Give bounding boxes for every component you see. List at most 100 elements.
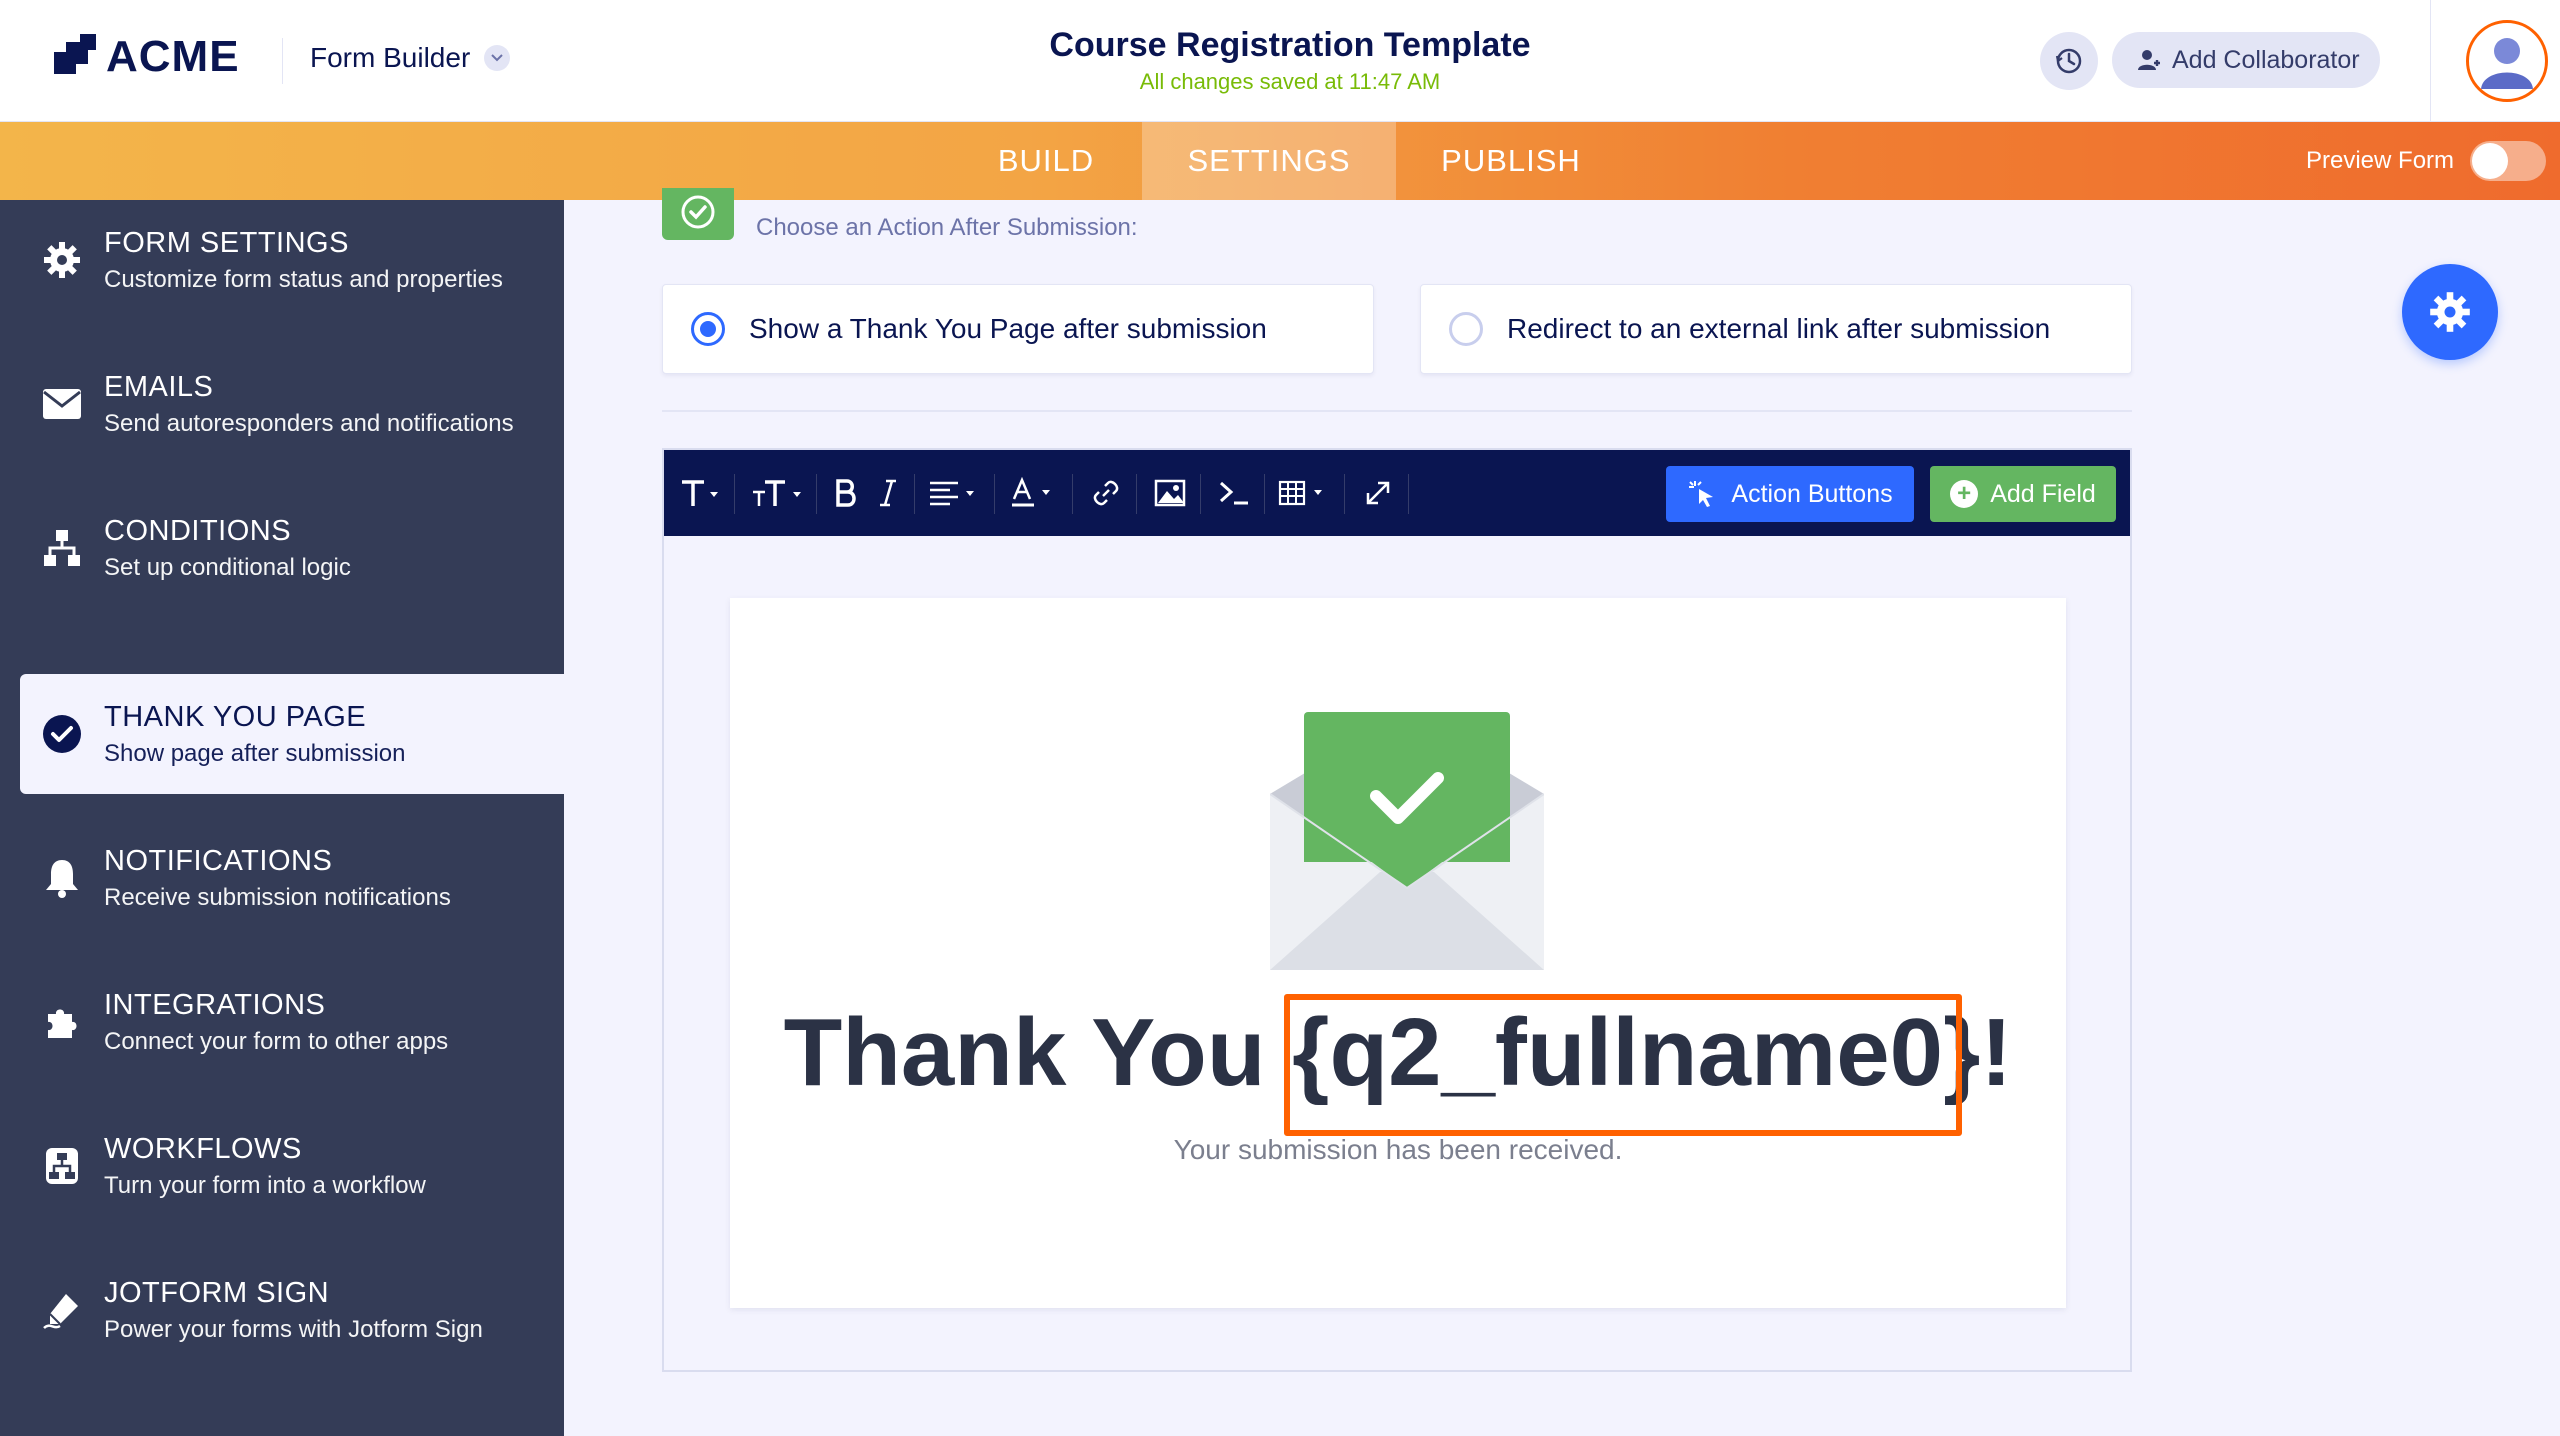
section-subtitle: Choose an Action After Submission: [756, 214, 1138, 241]
sidebar-item-title: WORKFLOWS [104, 1132, 302, 1165]
sidebar-item-subtitle: Customize form status and properties [104, 265, 503, 293]
heading-dropdown[interactable] [676, 450, 726, 536]
option-label: Show a Thank You Page after submission [749, 313, 1267, 344]
brand-logo[interactable]: ACME [54, 32, 240, 82]
sidebar-item-notifications[interactable]: NOTIFICATIONS Receive submission notific… [0, 818, 564, 938]
variable-highlight-box [1284, 994, 1962, 1136]
toggle-knob [2472, 143, 2509, 179]
sidebar-item-workflows[interactable]: WORKFLOWS Turn your form into a workflow [0, 1106, 564, 1226]
chevron-down-icon [484, 45, 511, 71]
app-header: ACME Form Builder Course Registration Te… [0, 0, 2560, 122]
sidebar-item-conditions[interactable]: CONDITIONS Set up conditional logic [0, 488, 564, 608]
rich-text-editor: Action Buttons + Add Field Thank You {q2… [662, 448, 2132, 1372]
expand-icon [1366, 481, 1390, 505]
heading-text: Thank You [783, 999, 1293, 1106]
sidebar-item-text: FORM SETTINGS Customize form status and … [104, 227, 503, 294]
add-field-label: Add Field [1990, 479, 2096, 508]
add-field-button[interactable]: + Add Field [1930, 466, 2116, 522]
text-color-dropdown[interactable] [1008, 450, 1064, 536]
sidebar-item-integrations[interactable]: INTEGRATIONS Connect your form to other … [0, 962, 564, 1082]
envelope-icon [40, 382, 84, 426]
bold-icon [836, 479, 856, 507]
gear-icon [40, 238, 84, 282]
sidebar-item-title: CONDITIONS [104, 514, 292, 547]
revision-history-button[interactable] [2040, 32, 2098, 90]
preview-form-control: Preview Form [2306, 122, 2547, 200]
sidebar-item-text: CONDITIONS Set up conditional logic [104, 515, 351, 582]
sidebar-item-title: EMAILS [104, 370, 214, 403]
option-label: Redirect to an external link after submi… [1507, 313, 2051, 344]
add-collaborator-label: Add Collaborator [2172, 45, 2360, 74]
table-icon [1278, 480, 1322, 506]
preview-form-toggle[interactable] [2470, 141, 2547, 181]
sidebar-item-text: JOTFORM SIGN Power your forms with Jotfo… [104, 1277, 483, 1344]
sidebar-item-form-settings[interactable]: FORM SETTINGS Customize form status and … [0, 200, 564, 320]
sidebar-item-jotform-sign[interactable]: JOTFORM SIGN Power your forms with Jotfo… [0, 1250, 564, 1370]
settings-fab-button[interactable] [2402, 264, 2498, 360]
plus-circle-icon: + [1950, 480, 1979, 508]
user-avatar-icon [2471, 25, 2543, 97]
text-color-icon [1012, 477, 1050, 507]
sidebar-item-text: WORKFLOWS Turn your form into a workflow [104, 1133, 426, 1200]
form-title[interactable]: Course Registration Template [880, 26, 1700, 65]
image-button[interactable] [1148, 450, 1192, 536]
form-title-area: Course Registration Template All changes… [880, 26, 1700, 95]
image-icon [1154, 479, 1186, 507]
sidebar-item-subtitle: Set up conditional logic [104, 553, 351, 581]
cursor-click-icon [1689, 481, 1714, 507]
sidebar-item-subtitle: Receive submission notifications [104, 883, 451, 911]
font-size-dropdown[interactable] [748, 450, 808, 536]
preview-form-label: Preview Form [2306, 147, 2455, 174]
thank-you-preview-card[interactable]: Thank You {q2_fullname0}! Your submissio… [730, 598, 2066, 1308]
sidebar-item-text: THANK YOU PAGE Show page after submissio… [104, 701, 406, 768]
radio-button[interactable] [1449, 312, 1483, 346]
main-tabs-bar: BUILD SETTINGS PUBLISH Preview Form [0, 122, 2560, 200]
option-thank-you-page[interactable]: Show a Thank You Page after submission [662, 284, 1374, 374]
fullscreen-button[interactable] [1356, 450, 1400, 536]
sidebar-item-subtitle: Turn your form into a workflow [104, 1171, 426, 1199]
tab-publish[interactable]: PUBLISH [1412, 122, 1610, 200]
align-dropdown[interactable] [926, 450, 986, 536]
tab-build[interactable]: BUILD [968, 122, 1124, 200]
sidebar-item-title: THANK YOU PAGE [104, 700, 367, 733]
check-icon [681, 195, 715, 229]
editor-toolbar: Action Buttons + Add Field [664, 450, 2130, 536]
heading-suffix: ! [1980, 999, 2013, 1106]
action-buttons-button[interactable]: Action Buttons [1666, 466, 1914, 522]
brand-name: ACME [106, 32, 240, 81]
action-buttons-label: Action Buttons [1731, 479, 1893, 508]
option-redirect-external[interactable]: Redirect to an external link after submi… [1420, 284, 2132, 374]
tab-settings[interactable]: SETTINGS [1142, 122, 1396, 200]
history-icon [2055, 48, 2082, 74]
app-menu-dropdown[interactable]: Form Builder [310, 42, 511, 74]
section-divider [662, 410, 2132, 412]
sidebar-item-emails[interactable]: EMAILS Send autoresponders and notificat… [0, 344, 564, 464]
sidebar-item-subtitle: Show page after submission [104, 739, 406, 767]
puzzle-icon [40, 1000, 84, 1044]
table-dropdown[interactable] [1276, 450, 1336, 536]
terminal-icon [1219, 481, 1248, 505]
pen-icon [40, 1288, 84, 1332]
user-plus-icon [2138, 50, 2160, 70]
sidebar-item-title: INTEGRATIONS [104, 988, 326, 1021]
sidebar-item-thank-you-page[interactable]: THANK YOU PAGE Show page after submissio… [20, 674, 564, 794]
workflow-icon [40, 1144, 84, 1188]
header-divider [2430, 0, 2431, 122]
user-avatar[interactable] [2466, 20, 2548, 102]
sidebar-item-text: EMAILS Send autoresponders and notificat… [104, 371, 514, 438]
code-button[interactable] [1212, 450, 1256, 536]
sidebar-item-text: INTEGRATIONS Connect your form to other … [104, 989, 448, 1056]
sidebar-item-title: JOTFORM SIGN [104, 1276, 330, 1309]
add-collaborator-button[interactable]: Add Collaborator [2112, 32, 2380, 88]
italic-button[interactable] [870, 450, 906, 536]
thank-you-subtext[interactable]: Your submission has been received. [730, 1134, 2066, 1166]
font-size-icon [753, 480, 801, 506]
link-button[interactable] [1084, 450, 1128, 536]
sidebar-item-title: NOTIFICATIONS [104, 844, 333, 877]
bold-button[interactable] [828, 450, 864, 536]
gear-icon [2430, 292, 2470, 332]
acme-logo-icon [54, 34, 100, 80]
bell-icon [40, 856, 84, 900]
radio-button-selected[interactable] [691, 312, 725, 346]
thank-you-section-icon [662, 188, 734, 240]
